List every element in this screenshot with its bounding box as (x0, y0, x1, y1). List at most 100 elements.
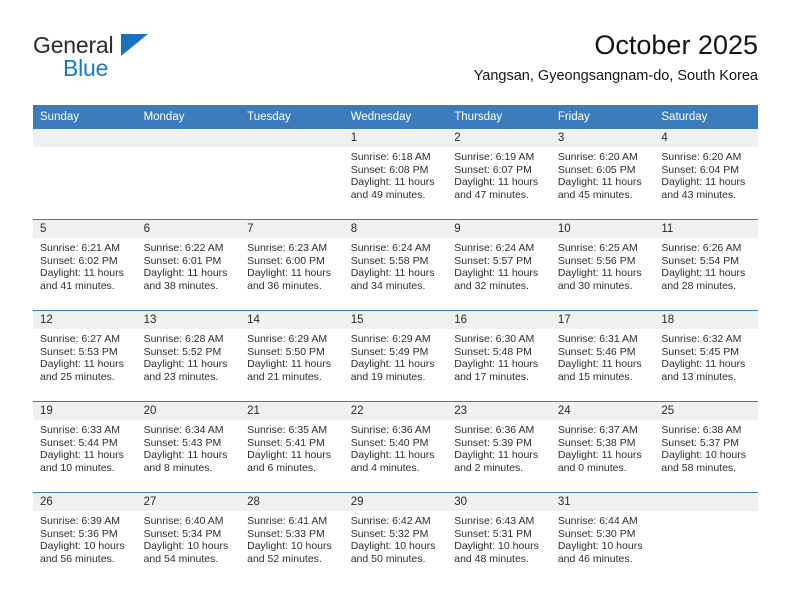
sunset-text: Sunset: 5:57 PM (454, 254, 532, 267)
sunrise-text: Sunrise: 6:43 AM (454, 515, 535, 527)
daylight-text-line1: Daylight: 11 hours (350, 358, 435, 371)
day-details: Sunrise: 6:43 AM Sunset: 5:31 PM Dayligh… (447, 511, 551, 565)
day-details: Sunrise: 6:29 AM Sunset: 5:49 PM Dayligh… (344, 329, 448, 383)
calendar-day-cell[interactable] (240, 129, 344, 220)
calendar-day-cell[interactable]: 22 Sunrise: 6:36 AM Sunset: 5:40 PM Dayl… (343, 401, 448, 493)
daylight-text-line1: Daylight: 11 hours (454, 358, 539, 371)
day-details: Sunrise: 6:29 AM Sunset: 5:50 PM Dayligh… (240, 329, 344, 383)
calendar-day-cell[interactable]: 21 Sunrise: 6:35 AM Sunset: 5:41 PM Dayl… (240, 401, 344, 493)
calendar-day-cell[interactable]: 29 Sunrise: 6:42 AM Sunset: 5:32 PM Dayl… (343, 492, 448, 583)
sunset-text: Sunset: 5:36 PM (40, 527, 118, 540)
calendar-day-cell[interactable]: 18 Sunrise: 6:32 AM Sunset: 5:45 PM Dayl… (654, 310, 758, 402)
sunset-text: Sunset: 6:01 PM (143, 254, 222, 267)
sunset-text: Sunset: 5:38 PM (557, 436, 636, 449)
calendar-day-cell[interactable]: 5 Sunrise: 6:21 AM Sunset: 6:02 PM Dayli… (33, 219, 137, 311)
daylight-text-line1: Daylight: 11 hours (454, 449, 539, 462)
calendar-header-row: Sunday Monday Tuesday Wednesday Thursday… (33, 105, 758, 129)
sunset-text: Sunset: 5:37 PM (661, 436, 740, 449)
calendar-day-cell[interactable]: 31 Sunrise: 6:44 AM Sunset: 5:30 PM Dayl… (550, 492, 655, 583)
daylight-text-line2: and 49 minutes. (350, 188, 426, 201)
calendar-day-cell[interactable]: 14 Sunrise: 6:29 AM Sunset: 5:50 PM Dayl… (240, 310, 344, 402)
daylight-text-line1: Daylight: 11 hours (143, 267, 228, 280)
calendar-day-cell[interactable]: 20 Sunrise: 6:34 AM Sunset: 5:43 PM Dayl… (136, 401, 241, 493)
calendar-week-row: 12 Sunrise: 6:27 AM Sunset: 5:53 PM Dayl… (33, 310, 758, 402)
calendar-day-cell[interactable]: 30 Sunrise: 6:43 AM Sunset: 5:31 PM Dayl… (447, 492, 551, 583)
calendar-day-cell[interactable]: 19 Sunrise: 6:33 AM Sunset: 5:44 PM Dayl… (33, 401, 137, 493)
day-number: 6 (136, 220, 241, 238)
daylight-text-line1: Daylight: 11 hours (143, 449, 228, 462)
daylight-text-line2: and 41 minutes. (40, 279, 115, 292)
daylight-text-line2: and 50 minutes. (350, 552, 426, 565)
day-details: Sunrise: 6:23 AM Sunset: 6:00 PM Dayligh… (240, 238, 344, 292)
calendar-day-cell[interactable]: 15 Sunrise: 6:29 AM Sunset: 5:49 PM Dayl… (343, 310, 448, 402)
calendar-day-cell[interactable]: 2 Sunrise: 6:19 AM Sunset: 6:07 PM Dayli… (447, 129, 551, 220)
calendar-day-cell[interactable]: 24 Sunrise: 6:37 AM Sunset: 5:38 PM Dayl… (550, 401, 655, 493)
day-details: Sunrise: 6:19 AM Sunset: 6:07 PM Dayligh… (447, 147, 551, 201)
day-number: 5 (33, 220, 137, 238)
day-details: Sunrise: 6:36 AM Sunset: 5:39 PM Dayligh… (447, 420, 551, 474)
day-number: 4 (654, 129, 758, 147)
daylight-text-line2: and 6 minutes. (247, 461, 317, 474)
calendar-day-cell[interactable] (136, 129, 241, 220)
sunset-text: Sunset: 5:30 PM (557, 527, 636, 540)
calendar-day-cell[interactable]: 3 Sunrise: 6:20 AM Sunset: 6:05 PM Dayli… (550, 129, 655, 220)
calendar-day-cell[interactable]: 11 Sunrise: 6:26 AM Sunset: 5:54 PM Dayl… (654, 219, 758, 311)
day-details (33, 147, 137, 151)
daylight-text-line2: and 4 minutes. (350, 461, 420, 474)
daylight-text-line2: and 43 minutes. (661, 188, 737, 201)
daylight-text-line2: and 19 minutes. (350, 370, 426, 383)
calendar-day-cell[interactable]: 27 Sunrise: 6:40 AM Sunset: 5:34 PM Dayl… (136, 492, 241, 583)
calendar-day-cell[interactable]: 28 Sunrise: 6:41 AM Sunset: 5:33 PM Dayl… (240, 492, 344, 583)
calendar-day-cell[interactable]: 7 Sunrise: 6:23 AM Sunset: 6:00 PM Dayli… (240, 219, 344, 311)
day-details: Sunrise: 6:24 AM Sunset: 5:58 PM Dayligh… (344, 238, 448, 292)
daylight-text-line2: and 54 minutes. (143, 552, 219, 565)
brand-name-blue: Blue (63, 55, 109, 81)
day-number: 1 (343, 129, 448, 147)
daylight-text-line1: Daylight: 10 hours (454, 540, 539, 553)
weekday-header-sunday: Sunday (33, 105, 137, 129)
weekday-header-friday: Friday (550, 105, 655, 129)
calendar-day-cell[interactable] (654, 492, 758, 583)
calendar-day-cell[interactable]: 25 Sunrise: 6:38 AM Sunset: 5:37 PM Dayl… (654, 401, 758, 493)
day-number: 15 (343, 311, 448, 329)
sunset-text: Sunset: 6:08 PM (350, 163, 429, 176)
sunrise-text: Sunrise: 6:26 AM (661, 242, 742, 254)
daylight-text-line2: and 23 minutes. (143, 370, 219, 383)
daylight-text-line1: Daylight: 11 hours (143, 358, 228, 371)
calendar-day-cell[interactable]: 10 Sunrise: 6:25 AM Sunset: 5:56 PM Dayl… (550, 219, 655, 311)
calendar-day-cell[interactable]: 23 Sunrise: 6:36 AM Sunset: 5:39 PM Dayl… (447, 401, 551, 493)
sunrise-text: Sunrise: 6:24 AM (454, 242, 535, 254)
daylight-text-line2: and 0 minutes. (557, 461, 627, 474)
sunrise-text: Sunrise: 6:41 AM (247, 515, 328, 527)
calendar-day-cell[interactable]: 16 Sunrise: 6:30 AM Sunset: 5:48 PM Dayl… (447, 310, 551, 402)
daylight-text-line2: and 13 minutes. (661, 370, 737, 383)
calendar-day-cell[interactable]: 6 Sunrise: 6:22 AM Sunset: 6:01 PM Dayli… (136, 219, 241, 311)
sunrise-text: Sunrise: 6:39 AM (40, 515, 120, 527)
calendar-week-row: 1 Sunrise: 6:18 AM Sunset: 6:08 PM Dayli… (33, 129, 758, 220)
calendar-day-cell[interactable]: 12 Sunrise: 6:27 AM Sunset: 5:53 PM Dayl… (33, 310, 137, 402)
page-title: October 2025 (594, 30, 758, 60)
calendar-day-cell[interactable]: 1 Sunrise: 6:18 AM Sunset: 6:08 PM Dayli… (343, 129, 448, 220)
day-number: 16 (447, 311, 551, 329)
brand-logo[interactable]: General Blue (33, 32, 213, 88)
day-number: 29 (343, 493, 448, 511)
sunrise-text: Sunrise: 6:36 AM (454, 424, 535, 436)
calendar-day-cell[interactable]: 8 Sunrise: 6:24 AM Sunset: 5:58 PM Dayli… (343, 219, 448, 311)
calendar-day-cell[interactable]: 26 Sunrise: 6:39 AM Sunset: 5:36 PM Dayl… (33, 492, 137, 583)
day-number: 22 (343, 402, 448, 420)
calendar-day-cell[interactable]: 17 Sunrise: 6:31 AM Sunset: 5:46 PM Dayl… (550, 310, 655, 402)
sunset-text: Sunset: 6:02 PM (40, 254, 118, 267)
calendar-day-cell[interactable]: 13 Sunrise: 6:28 AM Sunset: 5:52 PM Dayl… (136, 310, 241, 402)
day-number: 31 (550, 493, 655, 511)
calendar-day-cell[interactable]: 9 Sunrise: 6:24 AM Sunset: 5:57 PM Dayli… (447, 219, 551, 311)
day-details: Sunrise: 6:38 AM Sunset: 5:37 PM Dayligh… (654, 420, 758, 474)
sunrise-text: Sunrise: 6:37 AM (557, 424, 638, 436)
daylight-text-line1: Daylight: 11 hours (40, 449, 124, 462)
daylight-text-line2: and 8 minutes. (143, 461, 213, 474)
calendar-week-row: 26 Sunrise: 6:39 AM Sunset: 5:36 PM Dayl… (33, 492, 758, 583)
calendar-day-cell[interactable]: 4 Sunrise: 6:20 AM Sunset: 6:04 PM Dayli… (654, 129, 758, 220)
day-details: Sunrise: 6:31 AM Sunset: 5:46 PM Dayligh… (551, 329, 655, 383)
day-number: 11 (654, 220, 758, 238)
day-details (240, 147, 344, 151)
calendar-day-cell[interactable] (33, 129, 137, 220)
